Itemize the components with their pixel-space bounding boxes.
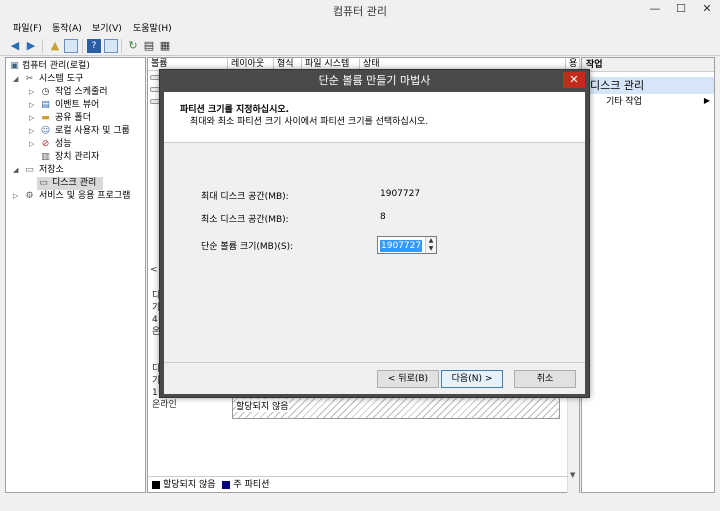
console-tree: ▣ 컴퓨터 관리(로컬) ◢ ✂ 시스템 도구 ▷ ◷ 작업 스케줄러 ▷ ▤ … bbox=[5, 57, 146, 493]
spin-down-icon[interactable]: ▼ bbox=[426, 245, 436, 253]
performance-icon: ⊘ bbox=[41, 139, 50, 149]
min-space-value: 8 bbox=[380, 212, 386, 222]
actions-section-disk-management[interactable]: 디스크 관리 bbox=[582, 77, 714, 94]
toolbar-separator bbox=[121, 39, 122, 53]
actions-header: 작업 bbox=[582, 58, 714, 72]
collapsed-arrow-icon[interactable]: ▷ bbox=[29, 138, 34, 151]
expanded-arrow-icon[interactable]: ◢ bbox=[13, 164, 18, 177]
action-more-actions[interactable]: 기타 작업 bbox=[606, 96, 642, 108]
help-icon[interactable]: ? bbox=[87, 39, 101, 53]
max-space-value: 1907727 bbox=[380, 189, 421, 199]
collapsed-arrow-icon[interactable]: ▷ bbox=[29, 112, 34, 125]
forward-icon[interactable]: ▶ bbox=[24, 39, 38, 53]
collapsed-arrow-icon[interactable]: ▷ bbox=[29, 125, 34, 138]
storage-icon: ▭ bbox=[25, 165, 34, 175]
event-log-icon: ▤ bbox=[41, 100, 50, 110]
next-button[interactable]: 다음(N) > bbox=[441, 370, 503, 388]
up-folder-icon[interactable]: ▲ bbox=[48, 39, 62, 53]
export-icon[interactable]: ▦ bbox=[158, 39, 172, 53]
refresh-icon[interactable]: ↻ bbox=[126, 39, 140, 53]
menu-bar: 파일(F) 동작(A) 보기(V) 도움말(H) bbox=[0, 19, 720, 36]
clock-icon: ◷ bbox=[41, 87, 50, 97]
dialog-header: 파티션 크기를 지정하십시오. 최대와 최소 파티션 크기 사이에서 파티션 크… bbox=[164, 92, 585, 143]
collapsed-arrow-icon[interactable]: ▷ bbox=[29, 99, 34, 112]
collapsed-arrow-icon[interactable]: ▷ bbox=[29, 86, 34, 99]
menu-help[interactable]: 도움말(H) bbox=[133, 21, 172, 34]
dialog-body: 파티션 크기를 지정하십시오. 최대와 최소 파티션 크기 사이에서 파티션 크… bbox=[164, 92, 585, 394]
tree-item-disk-management[interactable]: ▭ 디스크 관리 bbox=[37, 177, 103, 190]
menu-view[interactable]: 보기(V) bbox=[92, 21, 122, 34]
users-icon: ☺ bbox=[40, 126, 51, 136]
dialog-close-button[interactable]: ✕ bbox=[563, 72, 585, 88]
menu-file[interactable]: 파일(F) bbox=[13, 21, 42, 34]
menu-action[interactable]: 동작(A) bbox=[52, 21, 82, 34]
dialog-subheading: 최대와 최소 파티션 크기 사이에서 파티션 크기를 선택하십시오. bbox=[190, 117, 429, 127]
volume-size-spinbox[interactable]: 1907727 ▲ ▼ bbox=[377, 236, 437, 254]
properties-icon[interactable]: ▤ bbox=[142, 39, 156, 53]
back-icon[interactable]: ◀ bbox=[8, 39, 22, 53]
action-pane-icon[interactable] bbox=[104, 39, 118, 53]
expanded-arrow-icon[interactable]: ◢ bbox=[13, 73, 18, 86]
window-title: 컴퓨터 관리 bbox=[332, 5, 388, 18]
submenu-arrow-icon: ▶ bbox=[703, 96, 710, 105]
shared-folder-icon: ▬ bbox=[41, 113, 50, 123]
spin-up-icon[interactable]: ▲ bbox=[426, 237, 436, 245]
toolbar: ◀ ▶ ▲ ? ↻ ▤ ▦ bbox=[0, 36, 720, 56]
back-button[interactable]: < 뒤로(B) bbox=[377, 370, 439, 388]
scroll-down-arrow-icon[interactable]: ▼ bbox=[570, 471, 575, 479]
unallocated-partition[interactable]: 할당되지 않음 bbox=[232, 395, 560, 419]
max-space-label: 최대 디스크 공간(MB): bbox=[201, 192, 289, 202]
device-manager-icon: ▥ bbox=[41, 152, 50, 162]
window-titlebar: 컴퓨터 관리 — ☐ ✕ bbox=[0, 0, 720, 19]
actions-pane: 작업 디스크 관리 기타 작업 ▶ bbox=[581, 57, 715, 493]
tools-icon: ✂ bbox=[25, 74, 34, 84]
cancel-button[interactable]: 취소 bbox=[514, 370, 576, 388]
collapsed-arrow-icon[interactable]: ▷ bbox=[13, 190, 18, 203]
toolbar-separator bbox=[82, 39, 83, 53]
close-window-button[interactable]: ✕ bbox=[694, 0, 720, 18]
legend-swatch-unallocated bbox=[152, 480, 160, 489]
legend-swatch-primary bbox=[222, 480, 231, 489]
legend-unallocated: 할당되지 않음 bbox=[163, 480, 216, 490]
legend: 할당되지 않음 주 파티션 bbox=[148, 476, 568, 492]
maximize-button[interactable]: ☐ bbox=[668, 0, 694, 18]
legend-primary: 주 파티션 bbox=[233, 480, 270, 490]
minimize-button[interactable]: — bbox=[642, 0, 668, 18]
services-icon: ⚙ bbox=[25, 191, 34, 201]
new-simple-volume-wizard: 단순 볼륨 만들기 마법사 ✕ 파티션 크기를 지정하십시오. 최대와 최소 파… bbox=[159, 69, 590, 398]
disk-icon: ▭ bbox=[39, 178, 48, 188]
computer-icon: ▣ bbox=[10, 61, 19, 71]
dialog-title: 단순 볼륨 만들기 마법사 bbox=[160, 70, 589, 92]
scroll-left-arrow[interactable]: < bbox=[150, 265, 158, 275]
toolbar-separator bbox=[42, 39, 43, 53]
show-hide-tree-icon[interactable] bbox=[64, 39, 78, 53]
volume-size-input[interactable]: 1907727 bbox=[380, 240, 423, 252]
volume-size-label: 단순 볼륨 크기(MB)(S): bbox=[201, 242, 294, 252]
min-space-label: 최소 디스크 공간(MB): bbox=[201, 215, 289, 225]
status-bar bbox=[0, 495, 720, 511]
dialog-separator bbox=[164, 362, 585, 363]
spin-arrows[interactable]: ▲ ▼ bbox=[425, 237, 436, 253]
